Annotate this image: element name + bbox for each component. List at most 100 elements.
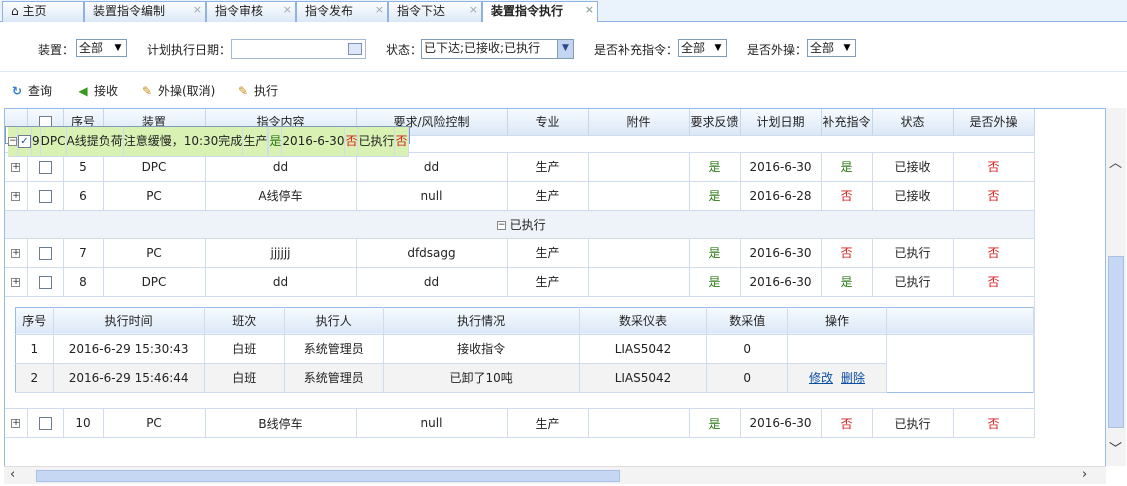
cell-seq: 8 [63, 267, 104, 297]
receive-button[interactable]: ◀ 接收 [76, 82, 118, 99]
supplement-select[interactable]: 全部 ▼ [678, 39, 727, 57]
tab-label: 主页 [22, 4, 47, 18]
row-checkbox[interactable] [38, 417, 52, 430]
cell-attachment [588, 152, 690, 182]
detail-situation: 已卸了10吨 [383, 363, 580, 393]
table-row-selected[interactable]: − ✓ 9 DPC A线提负荷 注意缓慢，10:30完成 生产 是 2016-6… [5, 126, 410, 157]
edit-link[interactable]: 修改 [809, 371, 833, 385]
plus-icon: + [11, 276, 21, 287]
vertical-scroll-thumb[interactable] [1108, 256, 1124, 428]
cell-status: 已接收 [872, 152, 954, 182]
table-row[interactable]: + 7 PC jjjjjj dfdsagg 生产 是 2016-6-30 否 已… [5, 238, 1035, 268]
detail-column-header: 序号 [15, 307, 54, 335]
column-header[interactable]: 专业 [507, 109, 589, 136]
detail-filler [886, 334, 1033, 363]
cell-requirement: null [356, 408, 508, 438]
cell-feedback: 是 [689, 238, 741, 268]
tab-instruction-execute[interactable]: 装置指令执行 × [482, 1, 598, 23]
row-checkbox-cell[interactable] [27, 181, 64, 211]
row-checkbox[interactable] [38, 189, 52, 203]
expand-toggle[interactable]: + [5, 181, 28, 211]
detail-person: 系统管理员 [284, 334, 384, 364]
row-checkbox-cell[interactable] [27, 267, 64, 297]
column-header[interactable]: 要求反馈 [689, 109, 741, 136]
group-label: 已执行 [509, 217, 546, 232]
table-row[interactable]: + 10 PC B线停车 null 生产 是 2016-6-30 否 已执行 否 [5, 408, 1035, 438]
detail-row-item[interactable]: 1 2016-6-29 15:30:43 白班 系统管理员 接收指令 LIAS5… [15, 334, 1033, 364]
device-select[interactable]: 全部 ▼ [76, 39, 127, 57]
close-icon[interactable]: × [469, 0, 478, 19]
device-label: 装置： [38, 43, 75, 57]
cell-device: PC [103, 181, 206, 211]
cell-supplement: 否 [344, 127, 359, 157]
date-input[interactable] [231, 39, 366, 59]
tab-label: 指令审核 [215, 4, 264, 18]
tab-home[interactable]: ⌂ 主页 [2, 1, 84, 22]
execute-button[interactable]: ✎ 执行 [236, 82, 278, 99]
close-icon[interactable]: × [375, 0, 384, 19]
close-icon[interactable]: × [585, 0, 594, 19]
tab-instruction-compile[interactable]: 装置指令编制 × [84, 1, 206, 22]
detail-value: 0 [706, 334, 789, 364]
row-checkbox-cell[interactable] [27, 238, 64, 268]
horizontal-scrollbar[interactable]: ‹ › [4, 466, 1106, 484]
row-checkbox-checked[interactable]: ✓ [18, 135, 31, 149]
detail-filler [886, 363, 1033, 392]
close-icon[interactable]: × [193, 0, 202, 19]
group-header-cell[interactable]: − 已执行 [5, 210, 1035, 239]
close-icon[interactable]: × [283, 0, 292, 19]
external-select[interactable]: 全部 ▼ [807, 39, 856, 57]
status-select[interactable]: 已下达;已接收;已执行 ▼ [421, 39, 574, 59]
column-header[interactable]: 计划日期 [740, 109, 822, 136]
query-button[interactable]: ↻ 查询 [10, 82, 52, 99]
minus-icon[interactable]: − [496, 220, 506, 230]
row-checkbox[interactable] [38, 160, 52, 174]
table-row[interactable]: + 6 PC A线停车 null 生产 是 2016-6-28 否 已接收 否 [5, 181, 1035, 211]
chevron-up-icon[interactable]: ︿ [1109, 152, 1122, 171]
cell-external: 否 [394, 127, 409, 157]
column-header[interactable]: 附件 [588, 109, 690, 136]
supplement-label: 是否补充指令： [594, 43, 679, 57]
detail-column-header: 执行人 [284, 307, 384, 335]
cell-status: 已接收 [872, 181, 954, 211]
detail-seq: 1 [15, 334, 54, 364]
cell-external: 否 [953, 267, 1035, 297]
cell-supplement: 否 [821, 181, 873, 211]
row-checkbox[interactable] [38, 275, 52, 289]
cell-external: 否 [953, 238, 1035, 268]
tab-instruction-publish[interactable]: 指令发布 × [296, 1, 388, 22]
expand-toggle[interactable]: + [5, 267, 28, 297]
calendar-icon[interactable] [348, 43, 362, 55]
arrow-left-icon: ◀ [78, 84, 88, 98]
chevron-down-icon: ▼ [843, 43, 851, 53]
chevron-left-icon[interactable]: ‹ [10, 467, 15, 482]
detail-row-item[interactable]: 2 2016-6-29 15:46:44 白班 系统管理员 已卸了10吨 LIA… [15, 363, 1033, 393]
instruction-grid: 序号 装置 指令内容 要求/风险控制 专业 附件 要求反馈 计划日期 补充指令 … [4, 108, 1106, 468]
tab-label: 装置指令执行 [491, 4, 564, 18]
tab-instruction-issue[interactable]: 指令下达 × [388, 1, 482, 22]
detail-column-header: 操作 [787, 307, 887, 335]
tab-instruction-review[interactable]: 指令审核 × [206, 1, 296, 22]
group-header[interactable]: − 已执行 [5, 210, 1035, 239]
expand-toggle[interactable]: − [8, 127, 18, 157]
cell-seq: 10 [63, 408, 104, 438]
chevron-down-icon[interactable]: ﹀ [1109, 438, 1122, 457]
row-checkbox-cell[interactable] [27, 408, 64, 438]
horizontal-scroll-thumb[interactable] [36, 470, 620, 482]
detail-filler [886, 307, 1033, 335]
column-header[interactable]: 状态 [872, 109, 954, 136]
cell-date: 2016-6-30 [740, 152, 822, 182]
delete-link[interactable]: 删除 [841, 371, 865, 385]
expand-toggle[interactable]: + [5, 238, 28, 268]
chevron-right-icon[interactable]: › [1082, 467, 1087, 482]
row-checkbox[interactable] [38, 246, 52, 260]
column-header[interactable]: 是否外操 [953, 109, 1035, 136]
table-row[interactable]: + 8 DPC dd dd 生产 是 2016-6-30 是 已执行 否 [5, 267, 1035, 297]
expand-toggle[interactable]: + [5, 408, 28, 438]
detail-meter: LIAS5042 [579, 334, 708, 364]
vertical-scrollbar[interactable]: ︿ ﹀ [1106, 108, 1126, 466]
external-cancel-button[interactable]: ✎ 外操(取消) [140, 82, 215, 99]
row-checkbox-cell[interactable]: ✓ [17, 127, 32, 157]
column-header[interactable]: 补充指令 [821, 109, 873, 136]
date-label: 计划执行日期： [147, 43, 232, 57]
